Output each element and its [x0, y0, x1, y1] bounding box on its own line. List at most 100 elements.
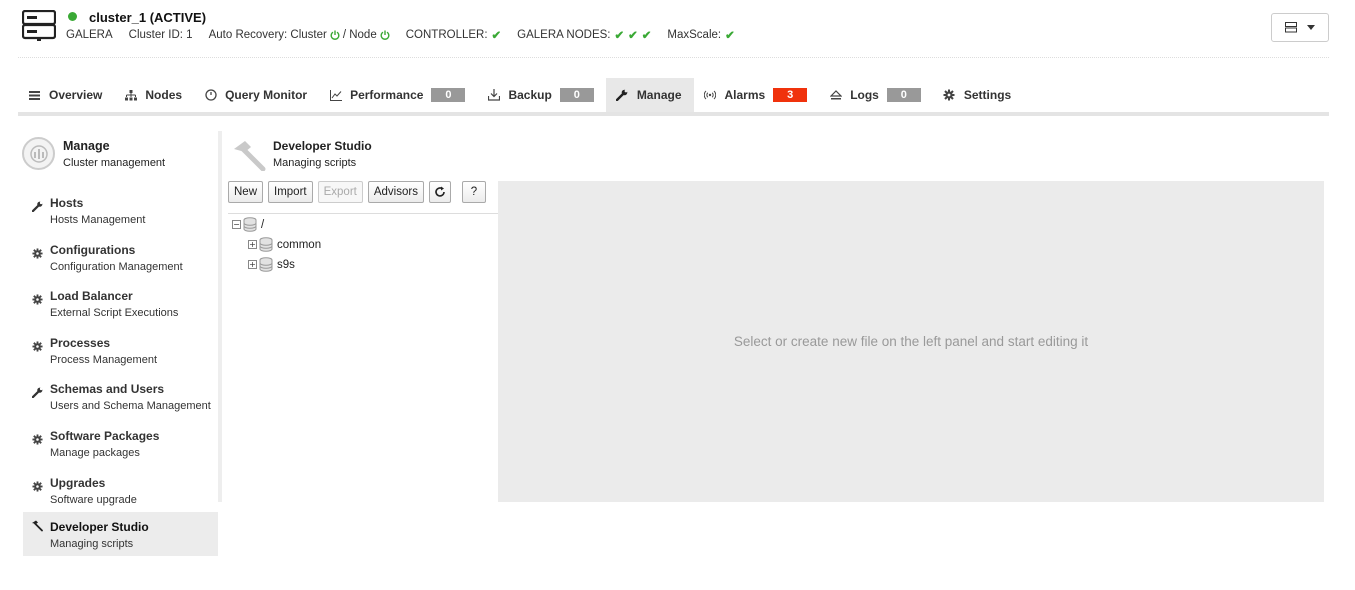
tab-label: Manage [636, 88, 682, 102]
wrench-icon [31, 386, 43, 398]
broadcast-icon [704, 89, 717, 102]
gear-icon [31, 247, 43, 259]
sidebar-item-sub: External Script Executions [50, 307, 179, 319]
auto-recovery: Auto Recovery: Cluster / Node [209, 29, 390, 41]
sidebar-item-configurations[interactable]: Configurations Configuration Management [23, 239, 218, 283]
tree-divider [228, 213, 498, 214]
sidebar-item-label: Developer Studio [50, 520, 149, 534]
database-icon [243, 217, 257, 232]
tab-alarms[interactable]: Alarms 3 [694, 78, 820, 112]
import-button[interactable]: Import [268, 181, 313, 203]
gear-icon [31, 433, 43, 445]
manage-sidebar: Manage Cluster management Hosts Hosts Ma… [18, 131, 223, 556]
status-dot [68, 12, 77, 21]
logs-badge: 0 [886, 88, 921, 102]
export-button[interactable]: Export [317, 181, 363, 203]
maxscale-status: MaxScale: ✔ [667, 28, 734, 42]
cluster-id: Cluster ID: 1 [128, 29, 193, 41]
gear-icon [31, 340, 43, 352]
caret-down-icon [1307, 25, 1315, 30]
tab-settings[interactable]: Settings [933, 78, 1023, 112]
tab-label: Alarms [724, 88, 766, 102]
list-icon [28, 89, 41, 102]
sidebar-item-software-packages[interactable]: Software Packages Manage packages [23, 425, 218, 469]
maxscale-label: MaxScale: [667, 29, 722, 41]
help-button[interactable]: ? [461, 181, 486, 203]
editor-panel[interactable]: Select or create new file on the left pa… [498, 181, 1324, 502]
tree-node-label: common [277, 238, 322, 251]
tab-backup[interactable]: Backup 0 [477, 78, 605, 112]
backup-badge: 0 [559, 88, 594, 102]
sidebar-item-schemas-and-users[interactable]: Schemas and Users Users and Schema Manag… [23, 378, 218, 422]
server-icon [22, 10, 56, 41]
expand-icon[interactable]: + [248, 260, 257, 269]
download-icon [487, 89, 500, 102]
alarms-badge: 3 [773, 88, 808, 102]
cluster-header: cluster_1 (ACTIVE) GALERA Cluster ID: 1 … [22, 8, 1329, 58]
power-icon[interactable] [330, 30, 340, 40]
wrench-icon [31, 200, 43, 212]
manage-logo-icon [22, 137, 55, 170]
sidebar-item-label: Configurations [50, 243, 136, 257]
tab-nodes[interactable]: Nodes [114, 78, 194, 112]
sidebar-divider [218, 131, 222, 502]
power-icon[interactable] [380, 30, 390, 40]
tab-label: Performance [350, 88, 424, 102]
sidebar-item-sub: Manage packages [50, 447, 140, 459]
header-divider [18, 57, 1329, 58]
wrench-icon [616, 89, 629, 102]
auto-recovery-node: / Node [342, 29, 377, 41]
sidebar-item-developer-studio[interactable]: Developer Studio Managing scripts [23, 512, 218, 556]
tab-overview[interactable]: Overview [18, 78, 114, 112]
collapse-icon[interactable]: − [232, 220, 241, 229]
controller-label: CONTROLLER: [405, 29, 488, 41]
galera-nodes-label: GALERA NODES: [517, 29, 611, 41]
tab-performance[interactable]: Performance 0 [319, 78, 477, 112]
editor-placeholder: Select or create new file on the left pa… [733, 334, 1089, 349]
server-list-icon [1285, 22, 1297, 33]
galera-nodes-status: GALERA NODES: ✔ ✔ ✔ [517, 28, 651, 42]
check-icon[interactable]: ✔ [628, 28, 638, 42]
check-icon[interactable]: ✔ [725, 28, 735, 42]
cluster-type: GALERA [66, 29, 113, 41]
sidebar-header: Manage Cluster management [22, 137, 217, 179]
tree-node-common[interactable]: + common [248, 237, 321, 252]
sidebar-item-processes[interactable]: Processes Process Management [23, 332, 218, 376]
sidebar-subtitle: Cluster management [63, 157, 166, 169]
tab-label: Backup [508, 88, 552, 102]
refresh-button[interactable] [428, 181, 451, 203]
tabbar-underline [18, 112, 1329, 116]
advisors-button[interactable]: Advisors [367, 181, 424, 203]
tree-node-s9s[interactable]: + s9s [248, 257, 295, 272]
sidebar-item-sub: Hosts Management [50, 214, 146, 226]
tab-label: Nodes [145, 88, 183, 102]
sidebar-item-sub: Users and Schema Management [50, 400, 211, 412]
controller-status: CONTROLLER: ✔ [406, 28, 501, 42]
cluster-meta: GALERA Cluster ID: 1 Auto Recovery: Clus… [66, 28, 751, 42]
sidebar-item-hosts[interactable]: Hosts Hosts Management [23, 192, 218, 236]
tab-manage[interactable]: Manage [605, 78, 694, 112]
tree-node-root[interactable]: − / [232, 217, 264, 232]
dashboard-icon [204, 89, 217, 102]
sidebar-item-load-balancer[interactable]: Load Balancer External Script Executions [23, 285, 218, 329]
tab-label: Overview [49, 88, 103, 102]
tab-query-monitor[interactable]: Query Monitor [194, 78, 319, 112]
tab-logs[interactable]: Logs 0 [819, 78, 933, 112]
hammer-icon [234, 141, 266, 171]
check-icon[interactable]: ✔ [642, 28, 652, 42]
tab-label: Query Monitor [225, 88, 308, 102]
new-button[interactable]: New [228, 181, 264, 203]
auto-recovery-label: Auto Recovery: Cluster [208, 29, 327, 41]
hammer-icon [31, 520, 43, 532]
gear-icon [31, 480, 43, 492]
content-subtitle: Managing scripts [273, 157, 357, 169]
sidebar-item-upgrades[interactable]: Upgrades Software upgrade [23, 472, 218, 516]
studio-toolbar: New Import Export Advisors ? [228, 181, 491, 204]
expand-icon[interactable]: + [248, 240, 257, 249]
check-icon[interactable]: ✔ [614, 28, 624, 42]
sidebar-item-label: Schemas and Users [50, 382, 165, 396]
cluster-actions-menu-button[interactable] [1271, 13, 1329, 42]
sidebar-title: Manage [63, 139, 110, 153]
eject-icon [829, 89, 842, 102]
database-icon [259, 257, 273, 272]
